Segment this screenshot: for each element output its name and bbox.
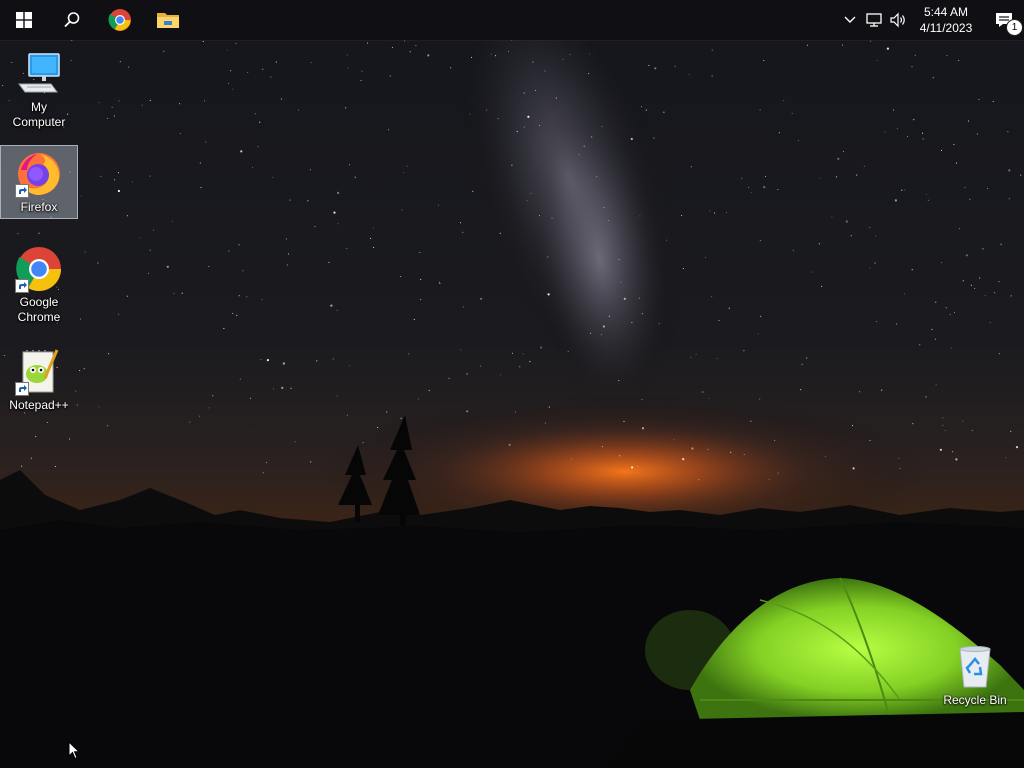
taskbar-chrome-button[interactable] — [96, 0, 144, 40]
taskbar-clock[interactable]: 5:44 AM 4/11/2023 — [912, 4, 980, 36]
taskbar-file-explorer-button[interactable] — [144, 0, 192, 40]
network-icon — [866, 13, 882, 27]
notepad-plus-plus-icon — [15, 348, 63, 396]
desktop-icon-label: Recycle Bin — [943, 693, 1007, 707]
firefox-icon — [15, 150, 63, 198]
chrome-icon — [15, 245, 63, 293]
desktop-icon-firefox[interactable]: Firefox — [0, 145, 78, 219]
folder-icon — [157, 13, 179, 28]
desktop-icon-google-chrome[interactable]: Google Chrome — [1, 241, 77, 328]
desktop-icon-my-computer[interactable]: My Computer — [1, 46, 77, 133]
search-button[interactable] — [48, 0, 96, 40]
start-button[interactable] — [0, 0, 48, 40]
desktop-icon-label: My Computer — [12, 100, 66, 129]
search-icon — [64, 12, 80, 28]
clock-time: 5:44 AM — [923, 5, 969, 19]
mouse-cursor-icon — [68, 740, 81, 764]
show-hidden-icons-button[interactable] — [838, 0, 862, 40]
network-button[interactable] — [862, 0, 886, 40]
computer-icon — [15, 50, 63, 98]
volume-button[interactable] — [886, 0, 910, 40]
volume-icon — [890, 12, 905, 28]
shortcut-arrow-icon — [15, 279, 29, 293]
chrome-icon — [108, 9, 131, 31]
desktop-icon-label: Google Chrome — [17, 295, 61, 324]
recycle-bin-icon — [951, 643, 999, 691]
desktop-icon-label: Firefox — [20, 200, 58, 214]
notification-count-badge: 1 — [1006, 19, 1023, 36]
desktop-icon-recycle-bin[interactable]: Recycle Bin — [937, 639, 1013, 711]
action-center-button[interactable]: 1 — [984, 0, 1024, 40]
shortcut-arrow-icon — [15, 184, 29, 198]
windows-logo-icon — [16, 12, 32, 28]
taskbar: 5:44 AM 4/11/2023 1 — [0, 0, 1024, 40]
desktop-wallpaper — [0, 0, 1024, 768]
chevron-up-icon — [844, 16, 856, 23]
clock-date: 4/11/2023 — [919, 21, 973, 35]
shortcut-arrow-icon — [15, 382, 29, 396]
system-tray: 5:44 AM 4/11/2023 1 — [838, 0, 1024, 40]
desktop-icon-notepad-plus-plus[interactable]: Notepad++ — [1, 344, 77, 416]
desktop-icon-label: Notepad++ — [9, 398, 69, 412]
